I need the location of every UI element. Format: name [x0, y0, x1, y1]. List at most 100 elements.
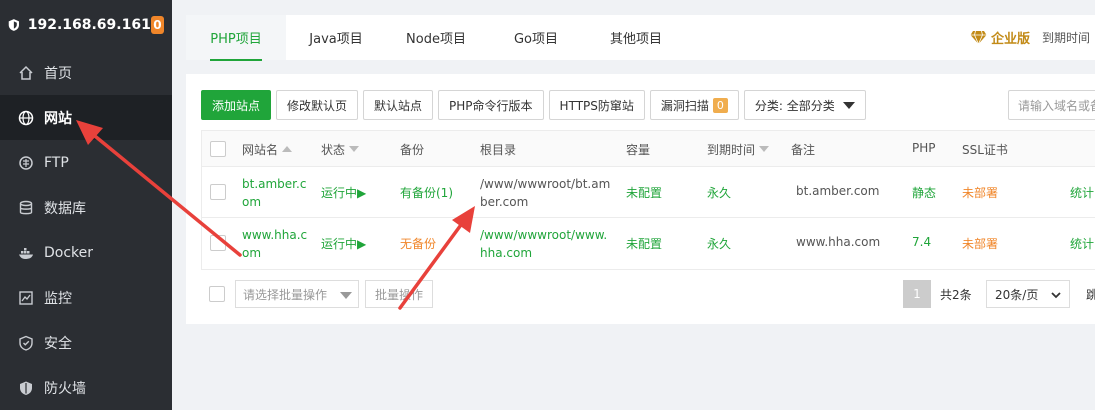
col-header-expiry[interactable]: 到期时间	[707, 141, 770, 158]
category-value: 分类: 全部分类	[754, 98, 835, 113]
batch-placeholder: 请选择批量操作	[243, 287, 328, 302]
status-toggle[interactable]: 运行中▶	[321, 184, 366, 201]
col-header-ssl: SSL证书	[962, 143, 1008, 157]
project-tabs-bar: PHP项目 Java项目 Node项目 Go项目 其他项目 企业版 到期时间	[186, 15, 1095, 61]
expiry-link[interactable]: 永久	[707, 235, 731, 252]
select-all-checkbox[interactable]	[210, 141, 226, 157]
site-name-line: om	[242, 195, 262, 209]
add-site-button[interactable]: 添加站点	[201, 90, 272, 120]
batch-operation-select[interactable]: 请选择批量操作	[235, 280, 359, 308]
php-version-link[interactable]: 静态	[912, 184, 936, 201]
sidebar-item-label: Docker	[44, 244, 94, 261]
sidebar-item-label: 数据库	[44, 200, 86, 217]
footer-select-all-checkbox[interactable]	[209, 286, 225, 302]
backup-link[interactable]: 有备份(1)	[400, 184, 453, 201]
capacity-link[interactable]: 未配置	[626, 184, 662, 201]
ssl-link[interactable]: 未部署	[962, 184, 998, 201]
sidebar: 192.168.69.161 0 首页 网站 FTP 数据库 Docker 监控…	[0, 0, 172, 410]
note-field[interactable]: bt.amber.com	[796, 184, 879, 198]
firewall-icon	[18, 380, 34, 396]
sites-table: 网站名 状态 备份 根目录 容量 到期时间 备注 PHP SSL证书 bt.am…	[201, 130, 1095, 270]
page-size-select[interactable]: 20条/页	[986, 280, 1070, 308]
vuln-count-badge: 0	[712, 97, 728, 113]
tab-label: Java项目	[309, 32, 363, 47]
tab-label: Go项目	[513, 32, 559, 47]
stats-link[interactable]: 统计	[1070, 235, 1094, 252]
root-dir-line: /www/wwwroot/bt.am	[480, 177, 611, 191]
docker-icon	[18, 245, 34, 261]
col-header-backup: 备份	[400, 143, 425, 157]
https-guard-button[interactable]: HTTPS防窜站	[548, 90, 645, 120]
site-name-link[interactable]: www.hha.c om	[242, 226, 307, 262]
caret-down-icon	[340, 292, 352, 299]
ftp-icon	[18, 155, 34, 171]
tab-go[interactable]: Go项目	[486, 15, 586, 60]
site-name-line: bt.amber.c	[242, 177, 307, 191]
edition-info: 企业版 到期时间	[970, 15, 1090, 60]
server-ip[interactable]: 192.168.69.161	[28, 17, 151, 33]
sort-up-icon	[282, 146, 293, 152]
search-input[interactable]: 请输入域名或备	[1008, 90, 1095, 120]
tab-php[interactable]: PHP项目	[186, 15, 286, 61]
sidebar-item-monitor[interactable]: 监控	[0, 275, 172, 320]
chevron-down-icon	[1051, 292, 1061, 299]
sidebar-item-label: 网站	[44, 110, 72, 127]
sidebar-header: 192.168.69.161 0	[0, 0, 172, 50]
table-header: 网站名 状态 备份 根目录 容量 到期时间 备注 PHP SSL证书	[202, 131, 1095, 167]
page-size-value: 20条/页	[995, 287, 1039, 302]
stats-link[interactable]: 统计	[1070, 184, 1094, 201]
tab-java[interactable]: Java项目	[286, 15, 386, 60]
status-toggle[interactable]: 运行中▶	[321, 235, 366, 252]
tab-other[interactable]: 其他项目	[586, 15, 686, 60]
edit-default-page-button[interactable]: 修改默认页	[276, 90, 359, 120]
category-select[interactable]: 分类: 全部分类	[743, 90, 866, 120]
root-dir-line: /www/wwwroot/www.	[480, 228, 608, 242]
ssl-link[interactable]: 未部署	[962, 235, 998, 252]
site-name-link[interactable]: bt.amber.c om	[242, 175, 306, 211]
row-checkbox[interactable]	[210, 235, 226, 251]
sort-down-icon	[349, 146, 360, 152]
php-version-link[interactable]: 7.4	[912, 235, 931, 249]
sidebar-item-label: 防火墙	[44, 380, 86, 397]
site-name-line: www.hha.c	[242, 228, 308, 242]
home-icon	[18, 65, 34, 81]
page-current[interactable]: 1	[903, 280, 931, 308]
root-dir-link[interactable]: /www/wwwroot/bt.am ber.com	[480, 175, 610, 211]
page-jump-label: 跳	[1086, 287, 1095, 302]
root-dir-line: ber.com	[480, 195, 529, 209]
header-label: 状态	[321, 143, 346, 157]
col-header-status[interactable]: 状态	[321, 141, 360, 158]
tab-node[interactable]: Node项目	[386, 15, 486, 60]
tab-label: Node项目	[406, 32, 466, 47]
database-icon	[18, 200, 34, 216]
sidebar-item-database[interactable]: 数据库	[0, 185, 172, 230]
edition-label[interactable]: 企业版	[991, 28, 1030, 47]
sidebar-item-ftp[interactable]: FTP	[0, 140, 172, 185]
caret-down-icon	[842, 101, 855, 109]
root-dir-link[interactable]: /www/wwwroot/www. hha.com	[480, 226, 607, 262]
sidebar-item-label: FTP	[44, 154, 69, 171]
batch-operation-button[interactable]: 批量操作	[365, 280, 434, 308]
row-checkbox[interactable]	[210, 184, 226, 200]
tab-label: PHP项目	[210, 28, 262, 61]
capacity-link[interactable]: 未配置	[626, 235, 662, 252]
diamond-icon	[970, 30, 987, 45]
sites-toolbar: 添加站点 修改默认页 默认站点 PHP命令行版本 HTTPS防窜站 漏洞扫描 0…	[201, 90, 871, 120]
expiry-link[interactable]: 永久	[707, 184, 731, 201]
col-header-name[interactable]: 网站名	[242, 141, 293, 158]
backup-link[interactable]: 无备份	[400, 235, 436, 252]
sidebar-item-firewall[interactable]: 防火墙	[0, 365, 172, 410]
vuln-scan-button[interactable]: 漏洞扫描 0	[649, 90, 739, 120]
sidebar-item-home[interactable]: 首页	[0, 50, 172, 95]
sidebar-item-label: 安全	[44, 335, 72, 352]
site-name-line: om	[242, 246, 262, 260]
note-field[interactable]: www.hha.com	[796, 235, 880, 249]
monitor-icon	[18, 290, 34, 306]
default-site-button[interactable]: 默认站点	[363, 90, 434, 120]
sort-down-icon	[759, 146, 770, 152]
sidebar-item-website[interactable]: 网站	[0, 95, 172, 140]
notification-badge[interactable]: 0	[150, 16, 164, 34]
sidebar-item-docker[interactable]: Docker	[0, 230, 172, 275]
php-cli-version-button[interactable]: PHP命令行版本	[438, 90, 544, 120]
sidebar-item-security[interactable]: 安全	[0, 320, 172, 365]
